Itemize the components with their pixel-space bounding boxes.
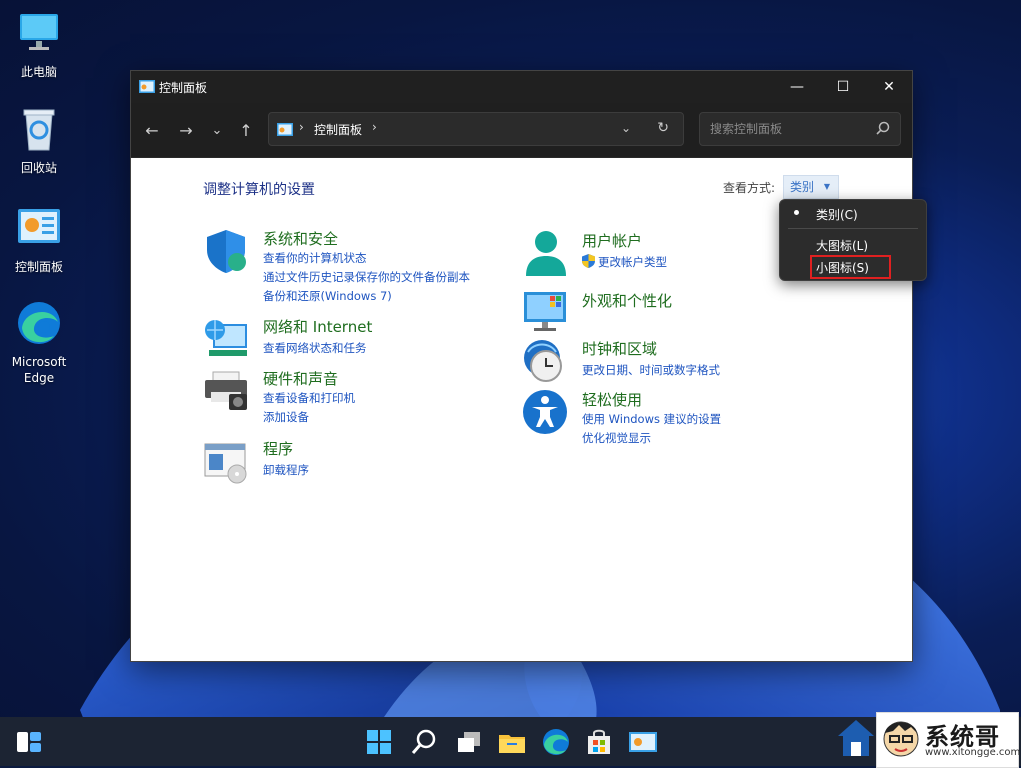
view-by-value: 类别 (790, 180, 815, 194)
category-link[interactable]: 优化视觉显示 (582, 430, 651, 446)
desktop-icon-control-panel[interactable]: 控制面板 (4, 205, 74, 275)
edge-icon[interactable] (541, 727, 571, 757)
caret-down-icon: ▼ (823, 182, 830, 191)
start-icon[interactable] (364, 727, 394, 757)
control-panel-taskbar-icon[interactable] (628, 727, 658, 757)
desktop-icon-this-pc[interactable]: 此电脑 (4, 10, 74, 80)
back-button[interactable]: ← (141, 119, 163, 141)
programs-icon (204, 443, 247, 484)
category-link[interactable]: 卸载程序 (263, 462, 309, 478)
forward-button[interactable]: → (175, 119, 197, 141)
menu-item-category[interactable]: 类别(C) (816, 206, 858, 223)
category-link[interactable]: 查看你的计算机状态 (263, 250, 367, 266)
recent-locations-button[interactable]: ⌄ (206, 119, 228, 141)
category-title[interactable]: 用户帐户 (582, 230, 642, 251)
file-explorer-icon[interactable] (497, 727, 527, 757)
category-link[interactable]: 更改日期、时间或数字格式 (582, 362, 720, 378)
computer-icon (20, 14, 58, 50)
category-title[interactable]: 程序 (263, 438, 293, 459)
category-title[interactable]: 硬件和声音 (263, 368, 338, 389)
desktop-icon-label: Microsoft Edge (11, 355, 67, 385)
breadcrumb-control-panel[interactable]: 控制面板 (314, 121, 362, 138)
window-title: 控制面板 (159, 81, 208, 95)
close-button[interactable]: ✕ (866, 71, 912, 103)
category-link[interactable]: 查看网络状态和任务 (263, 340, 367, 356)
selected-indicator-icon (794, 210, 799, 215)
accessibility-icon (523, 390, 567, 434)
category-title[interactable]: 系统和安全 (263, 228, 338, 249)
breadcrumb-chevron[interactable]: › (372, 120, 377, 134)
category-link[interactable]: 添加设备 (263, 409, 309, 425)
brand-watermark: 系统哥 www.xitongge.com (876, 712, 1021, 768)
brand-url: www.xitongge.com (925, 747, 1021, 758)
search-icon[interactable] (876, 121, 890, 135)
recycle-bin-icon (23, 109, 55, 151)
maximize-button[interactable]: ☐ (820, 71, 866, 103)
page-title: 调整计算机的设置 (203, 182, 315, 198)
category-title[interactable]: 外观和个性化 (582, 290, 672, 311)
store-icon[interactable] (584, 727, 614, 757)
category-link[interactable]: 更改帐户类型 (598, 254, 667, 270)
view-by-dropdown[interactable]: 类别 ▼ (783, 175, 839, 199)
category-title[interactable]: 时钟和区域 (582, 338, 657, 359)
refresh-icon[interactable]: ↻ (657, 120, 669, 136)
highlight-box (810, 255, 891, 279)
category-link[interactable]: 通过文件历史记录保存你的文件备份副本 (263, 269, 470, 285)
navigation-bar: ← → ⌄ ↑ › 控制面板 › ⌄ ↻ (131, 103, 912, 158)
control-panel-icon (139, 80, 155, 93)
category-link[interactable]: 备份和还原(Windows 7) (263, 288, 392, 304)
printer-icon (205, 371, 247, 410)
widgets-icon[interactable] (14, 727, 44, 757)
address-dropdown-icon[interactable]: ⌄ (621, 121, 631, 135)
shield-icon (207, 230, 246, 273)
control-panel-icon (277, 123, 293, 136)
desktop-icon-label: 回收站 (20, 161, 57, 175)
view-by-label: 查看方式: (723, 181, 776, 195)
breadcrumb-separator: › (299, 120, 304, 134)
menu-item-large-icons[interactable]: 大图标(L) (816, 237, 868, 254)
desktop-icon-label: 控制面板 (14, 260, 63, 274)
category-link[interactable]: 查看设备和打印机 (263, 390, 355, 406)
desktop-icon-edge[interactable]: Microsoft Edge (4, 300, 74, 386)
address-bar[interactable]: › 控制面板 › ⌄ ↻ (268, 112, 684, 146)
clock-icon (524, 340, 562, 382)
category-link[interactable]: 使用 Windows 建议的设置 (582, 411, 721, 427)
search-box[interactable] (699, 112, 901, 146)
category-title[interactable]: 轻松使用 (582, 389, 642, 410)
edge-icon (18, 302, 60, 344)
uac-shield-icon (582, 254, 595, 268)
mascot-face-icon (883, 721, 919, 757)
control-panel-window: 控制面板 — ☐ ✕ ← → ⌄ ↑ › 控制面板 › ⌄ ↻ 搜索控制面板 调… (130, 70, 913, 662)
menu-divider (788, 228, 918, 229)
search-icon[interactable] (409, 727, 439, 757)
network-icon (205, 320, 247, 356)
up-button[interactable]: ↑ (235, 119, 257, 141)
search-input[interactable] (708, 119, 872, 139)
category-title[interactable]: 网络和 Internet (263, 316, 372, 337)
monitor-icon (524, 292, 566, 331)
user-icon (526, 231, 566, 276)
desktop-icon-label: 此电脑 (20, 65, 57, 79)
task-view-icon[interactable] (454, 727, 484, 757)
control-panel-icon (18, 209, 60, 243)
house-logo-icon (838, 720, 874, 756)
desktop-icon-recycle-bin[interactable]: 回收站 (4, 106, 74, 176)
title-bar[interactable]: 控制面板 — ☐ ✕ (131, 71, 912, 103)
minimize-button[interactable]: — (774, 71, 820, 103)
